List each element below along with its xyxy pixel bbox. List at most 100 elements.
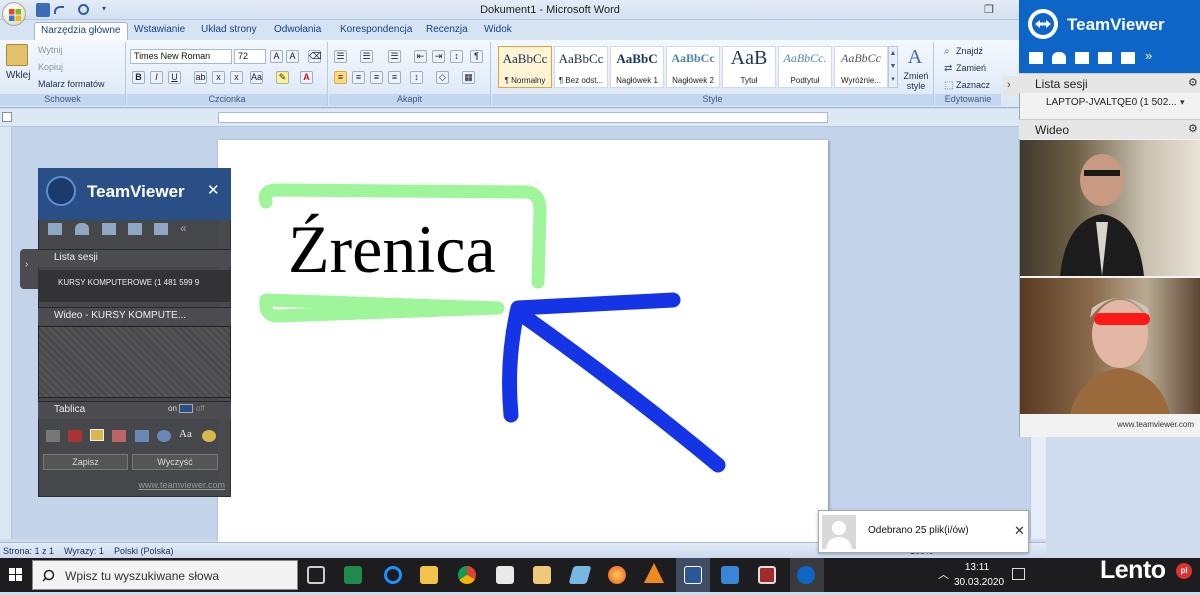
superscript-icon[interactable]: x <box>230 71 243 84</box>
video-section-header[interactable]: Wideo <box>1019 119 1200 139</box>
close-icon[interactable]: ✕ <box>207 181 220 199</box>
tools-icon[interactable] <box>154 223 168 235</box>
start-button[interactable] <box>0 558 32 592</box>
collapse-icon[interactable]: « <box>180 221 187 235</box>
chat-icon[interactable] <box>1075 52 1089 64</box>
speech-bubble-tool-icon[interactable] <box>202 430 216 442</box>
cut-button[interactable]: Wytnij <box>38 45 62 55</box>
styles-scroll-icon[interactable]: ▲ ▼ ▾ <box>888 46 898 88</box>
files-icon[interactable] <box>1098 52 1112 64</box>
tab-insert[interactable]: Wstawianie <box>128 22 191 41</box>
session-item[interactable]: LAPTOP-JVALTQE0 (1 502... <box>1046 97 1177 108</box>
text-tool-icon[interactable]: Aa <box>179 428 192 440</box>
headset-icon[interactable] <box>75 223 89 235</box>
media-player-icon[interactable] <box>758 566 776 584</box>
grow-font-icon[interactable]: A <box>270 50 283 63</box>
restore-window-icon[interactable]: ❐ <box>984 3 996 16</box>
replace-button[interactable]: Zamień <box>956 63 986 73</box>
whiteboard-toggle-on[interactable]: on <box>168 404 177 413</box>
taskbar-search[interactable]: Wpisz tu wyszukiwane słowa <box>32 560 298 590</box>
style-tile-no-spacing[interactable]: AaBbCc ¶ Bez odst... <box>554 46 608 88</box>
change-styles-button[interactable]: Zmień style <box>902 71 930 91</box>
gear-icon[interactable]: ⚙ <box>1188 76 1198 89</box>
close-icon[interactable]: ✕ <box>1014 523 1025 539</box>
whiteboard-toggle[interactable] <box>179 404 193 413</box>
align-left-icon[interactable]: ≡ <box>334 71 347 84</box>
paste-icon[interactable] <box>6 44 28 66</box>
word-icon[interactable] <box>684 566 702 584</box>
edge-icon[interactable] <box>384 566 402 584</box>
tools-icon[interactable] <box>1121 52 1135 64</box>
vlc-icon[interactable] <box>644 563 664 583</box>
font-color-icon[interactable]: A <box>300 71 313 84</box>
session-item[interactable]: KURSY KOMPUTEROWE (1 481 599 9 <box>38 270 231 302</box>
style-tile-title[interactable]: AaB Tytuł <box>722 46 776 88</box>
font-size-select[interactable]: 72 <box>234 49 266 64</box>
save-icon[interactable] <box>36 3 50 17</box>
ellipse-tool-icon[interactable] <box>157 430 171 442</box>
align-center-icon[interactable]: ≡ <box>352 71 365 84</box>
style-tile-normal[interactable]: AaBbCc ¶ Normalny <box>498 46 552 88</box>
participant-video-2[interactable] <box>1020 278 1200 414</box>
clock-time[interactable]: 13:11 <box>954 562 1000 573</box>
firefox-icon[interactable] <box>608 566 626 584</box>
pointer-tool-icon[interactable] <box>46 430 60 442</box>
find-icon[interactable]: ⌕ <box>944 46 950 57</box>
font-family-select[interactable]: Times New Roman <box>130 49 232 64</box>
italic-icon[interactable]: I <box>150 71 163 84</box>
office-button[interactable] <box>2 2 26 26</box>
clear-formatting-icon[interactable]: ⌫ <box>308 50 322 63</box>
line-spacing-icon[interactable]: ↕ <box>410 71 423 84</box>
format-painter-button[interactable]: Malarz formatów <box>38 79 105 89</box>
rectangle-tool-icon[interactable] <box>135 430 149 442</box>
pen-tool-icon[interactable] <box>68 430 82 442</box>
teamviewer-link[interactable]: www.teamviewer.com <box>120 480 225 490</box>
change-styles-icon[interactable]: A <box>904 46 926 68</box>
shrink-font-icon[interactable]: A <box>286 50 299 63</box>
copy-button[interactable]: Kopiuj <box>38 62 63 72</box>
show-marks-icon[interactable]: ¶ <box>470 50 483 63</box>
select-icon[interactable]: ⬚ <box>944 80 953 91</box>
chat-icon[interactable] <box>102 223 116 235</box>
chevron-up-icon[interactable]: ︿ <box>938 566 949 582</box>
tab-references[interactable]: Odwołania <box>268 22 327 41</box>
video-camera-icon[interactable] <box>48 223 62 235</box>
eraser-tool-icon[interactable] <box>112 430 126 442</box>
word-count[interactable]: Wyrazy: 1 <box>64 546 104 556</box>
excel-icon[interactable] <box>344 566 362 584</box>
style-tile-emphasis[interactable]: AaBbCc Wyróżnie... <box>834 46 888 88</box>
page-count[interactable]: Strona: 1 z 1 <box>3 546 54 556</box>
clock-date[interactable]: 30.03.2020 <box>954 577 1004 588</box>
whiteboard-toggle-off[interactable]: off <box>196 404 205 413</box>
bullets-icon[interactable]: ☰ <box>334 50 347 63</box>
multilevel-list-icon[interactable]: ☰ <box>388 50 401 63</box>
notification-center-icon[interactable] <box>1012 568 1025 580</box>
justify-icon[interactable]: ≡ <box>388 71 401 84</box>
teamviewer-icon[interactable] <box>797 566 815 584</box>
highlight-color-icon[interactable]: ✎ <box>276 71 289 84</box>
style-tile-heading-2[interactable]: AaBbCc Nagłówek 2 <box>666 46 720 88</box>
video-camera-icon[interactable] <box>1029 52 1043 64</box>
session-list-header[interactable]: Lista sesji <box>38 249 231 267</box>
gear-icon[interactable]: ⚙ <box>1188 122 1198 135</box>
panel-expand-handle[interactable]: › <box>20 249 38 289</box>
tab-mailings[interactable]: Korespondencja <box>334 22 418 41</box>
headset-icon[interactable] <box>1052 52 1066 64</box>
tab-page-layout[interactable]: Układ strony <box>195 22 263 41</box>
video-section-header[interactable]: Wideo - KURSY KOMPUTE... <box>38 307 231 325</box>
paste-button[interactable]: Wklej <box>6 70 30 81</box>
file-explorer-icon[interactable] <box>420 566 438 584</box>
tab-review[interactable]: Recenzja <box>420 22 474 41</box>
tab-selector-icon[interactable] <box>2 112 12 122</box>
style-tile-heading-1[interactable]: AaBbC Nagłówek 1 <box>610 46 664 88</box>
save-button[interactable]: Zapisz <box>43 454 128 470</box>
replace-icon[interactable]: ⇄ <box>944 63 952 74</box>
decrease-indent-icon[interactable]: ⇤ <box>414 50 427 63</box>
bold-icon[interactable]: B <box>132 71 145 84</box>
folder-icon[interactable] <box>533 566 551 584</box>
undo-icon[interactable] <box>54 6 64 14</box>
ruler-scale[interactable] <box>218 112 828 123</box>
subscript-icon[interactable]: x <box>212 71 225 84</box>
numbering-icon[interactable]: ☰ <box>360 50 373 63</box>
tab-view[interactable]: Widok <box>478 22 518 41</box>
